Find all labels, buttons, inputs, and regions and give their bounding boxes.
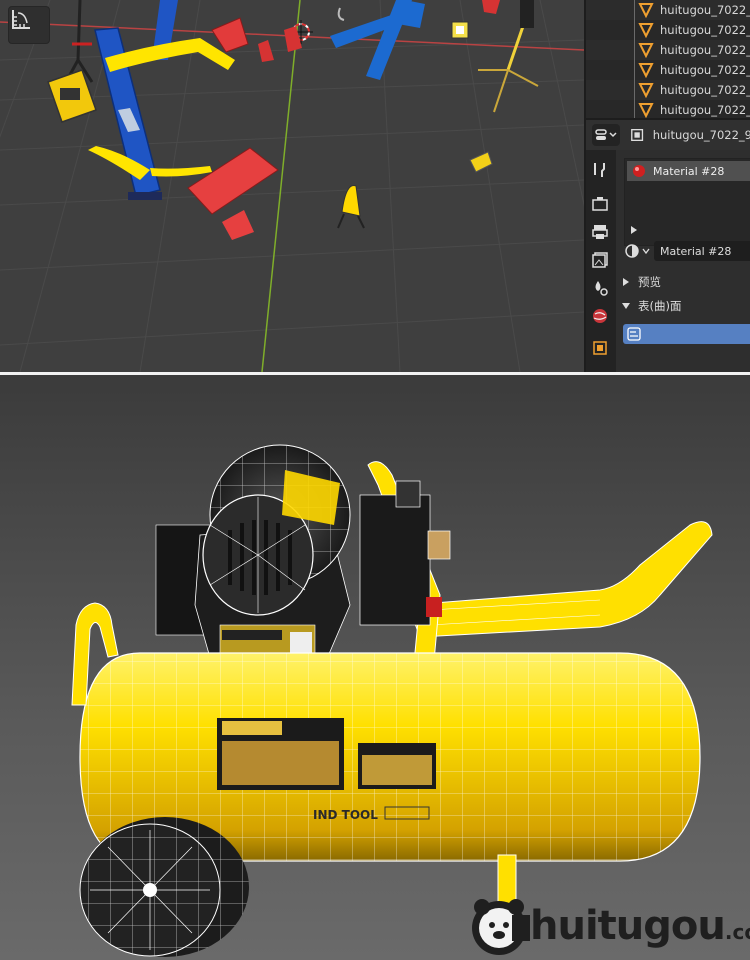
material-name-value: Material #28 [660,244,732,258]
wheel [79,817,249,957]
tab-world[interactable] [587,302,613,330]
object-square-icon [593,341,607,355]
outliner-item-label: huitugou_7022_ [660,103,750,117]
pressure-switch [359,480,451,626]
outliner-item-label: huitugou_7022_ [660,3,750,17]
image-layers-icon [592,252,608,268]
panel-surface[interactable]: 表(曲)面 [622,298,681,314]
chevron-down-icon [642,248,650,255]
outliner-row[interactable]: huitugou_7022_ [586,80,750,100]
tab-view-layer[interactable] [587,246,613,274]
outliner-item-label: huitugou_7022_ [660,23,750,37]
rear-handle [407,521,713,638]
3d-viewport[interactable] [0,0,584,372]
surface-shader-button[interactable] [623,324,750,344]
render-preview: IND TOOL [0,375,750,960]
expand-triangle-icon[interactable] [629,225,639,235]
tab-render[interactable] [587,190,613,218]
outliner-row[interactable]: huitugou_7022_ [586,40,750,60]
tab-object[interactable] [587,334,613,362]
panel-preview[interactable]: 预览 [622,274,661,290]
material-name-field[interactable]: Material #28 [654,241,750,261]
editor-type-dropdown[interactable] [592,124,621,146]
air-compressor-render: IND TOOL [71,444,713,957]
tab-output[interactable] [587,218,613,246]
mesh-data-icon [638,103,654,118]
mesh-data-icon [638,83,654,98]
outliner-row[interactable]: huitugou_7022_ [586,60,750,80]
viewport-scene [0,0,584,372]
motor-housing [155,444,351,676]
properties-tab-bar [584,150,616,372]
panel-preview-label: 预览 [638,275,661,289]
wrench-screwdriver-icon [594,163,605,177]
world-globe-icon [593,309,607,323]
material-sphere-icon [633,165,645,177]
expanded-triangle-icon [622,303,630,309]
small-jack-model[interactable] [469,151,493,173]
bear-logo-icon [472,899,530,955]
tank-brand-decal: IND TOOL [313,808,378,822]
material-selector[interactable]: Material #28 [624,240,750,262]
outliner-row[interactable]: huitugou_7022_ [586,0,750,20]
scene-drops-icon [595,281,608,296]
outliner-item-label: huitugou_7022_ [660,83,750,97]
printer-icon [592,225,608,239]
collapsed-triangle-icon [623,278,629,286]
mesh-data-icon [638,43,654,58]
mesh-data-icon [638,23,654,38]
watermark-word: huitugou [530,903,726,949]
object-icon [631,128,644,142]
properties-editor-icon [595,129,617,140]
floor-grid [0,0,584,372]
material-slot-list[interactable]: Material #28 [624,158,750,246]
blender-window: huitugou_7022_ huitugou_7022_ huitugou_7… [0,0,750,372]
object-name: huitugou_7022_9 [652,128,750,142]
measure-tool-button[interactable] [8,6,50,44]
mesh-data-icon [638,3,654,18]
panel-surface-label: 表(曲)面 [638,299,682,313]
tripod-light-model[interactable] [478,0,539,113]
stool-model[interactable] [337,185,365,229]
mesh-data-icon [638,63,654,78]
outliner-row[interactable]: huitugou_7022_ [586,100,750,118]
outliner-item-label: huitugou_7022_ [660,43,750,57]
material-slot-label: Material #28 [653,164,725,178]
tab-tool[interactable] [587,156,613,184]
stand-model[interactable] [64,0,94,83]
outliner-item-label: huitugou_7022_ [660,63,750,77]
ruler-icon [12,10,30,29]
lamp-model[interactable] [451,21,469,39]
node-tree-icon [627,327,641,341]
tab-scene[interactable] [587,274,613,302]
watermark-suffix: .com [724,920,750,944]
camera-back-icon [592,197,608,211]
material-slot-item[interactable]: Material #28 [627,161,750,181]
huitugou-watermark: huitugou .com [468,895,750,957]
material-browse-icon[interactable] [624,243,640,259]
material-properties: Material #28 Material #28 预览 表(曲)面 [616,150,750,372]
outliner[interactable]: huitugou_7022_ huitugou_7022_ huitugou_7… [584,0,750,118]
outliner-row[interactable]: huitugou_7022_ [586,20,750,40]
properties-header: huitugou_7022_9 [584,118,750,150]
